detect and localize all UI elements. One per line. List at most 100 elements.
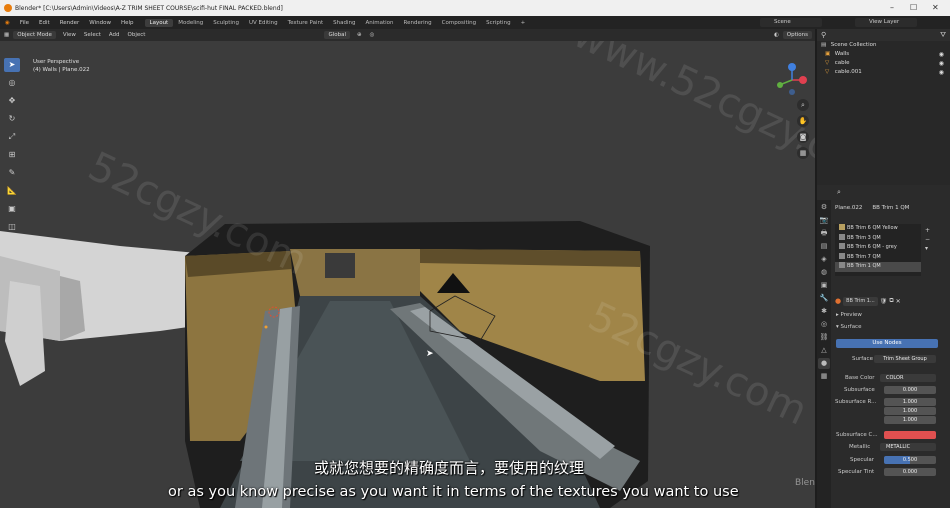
preview-section-header[interactable]: ▸ Preview (836, 312, 862, 318)
base-color-field[interactable]: COLOR (880, 374, 936, 382)
specular-tint-field[interactable]: 0.000 (884, 468, 936, 476)
material-slot[interactable]: BB Trim 6 QM Yellow (835, 224, 921, 234)
physics-tab-icon[interactable]: ◎ (818, 319, 830, 330)
menu-edit[interactable]: Edit (34, 20, 55, 26)
visibility-eye-icon[interactable]: ◉ (939, 59, 944, 68)
modifier-tab-icon[interactable]: 🔧 (818, 293, 830, 304)
tool-tab-icon[interactable]: ⚙ (818, 202, 830, 213)
cursor-tool-icon[interactable]: ◎ (4, 76, 20, 90)
outliner-root[interactable]: ▤ Scene Collection (817, 41, 950, 50)
world-tab-icon[interactable]: ◍ (818, 267, 830, 278)
tab-sculpting[interactable]: Sculpting (208, 19, 244, 27)
move-tool-icon[interactable]: ✥ (4, 94, 20, 108)
menu-file[interactable]: File (15, 20, 34, 26)
tab-rendering[interactable]: Rendering (399, 19, 437, 27)
menu-object[interactable]: Object (124, 32, 150, 38)
viewport-shading-icon[interactable]: ◐ (770, 32, 783, 38)
editor-type-icon[interactable]: ▦ (0, 32, 13, 38)
camera-view-icon[interactable]: ◙ (797, 131, 809, 143)
tab-texture-paint[interactable]: Texture Paint (283, 19, 329, 27)
pan-icon[interactable]: ✋ (797, 115, 809, 127)
subsurface-field[interactable]: 0.000 (884, 386, 936, 394)
measure-tool-icon[interactable]: 📐 (4, 184, 20, 198)
material-slot[interactable]: BB Trim 3 QM (835, 233, 921, 244)
outliner-funnel-icon[interactable]: ⛛ (940, 31, 946, 40)
menu-view[interactable]: View (59, 32, 80, 38)
zoom-icon[interactable]: ⌕ (797, 99, 809, 111)
subsurface-radius-z-field[interactable]: 1.000 (884, 416, 936, 424)
add-cube-tool-icon[interactable]: ▣ (4, 202, 20, 216)
visibility-eye-icon[interactable]: ◉ (939, 68, 944, 77)
add-slot-icon[interactable]: + (925, 226, 930, 235)
tab-animation[interactable]: Animation (360, 19, 398, 27)
extra-tool-icon[interactable]: ◫ (4, 220, 20, 234)
transform-tool-icon[interactable]: ⊞ (4, 148, 20, 162)
material-slot-selected[interactable]: BB Trim 1 QM (835, 262, 921, 272)
tab-modeling[interactable]: Modeling (173, 19, 208, 27)
maximize-icon[interactable]: ☐ (910, 3, 917, 12)
material-name-field[interactable]: BB Trim 1... (843, 296, 878, 306)
view-layer-selector[interactable]: View Layer (855, 18, 917, 27)
scene-tab-icon[interactable]: ◈ (818, 254, 830, 265)
output-tab-icon[interactable]: 🖶 (818, 228, 830, 239)
duplicate-material-icon[interactable]: ⧉ (889, 297, 893, 305)
subsurface-radius-y-field[interactable]: 1.000 (884, 407, 936, 415)
scene-selector[interactable]: Scene (760, 18, 822, 27)
annotate-tool-icon[interactable]: ✎ (4, 166, 20, 180)
remove-slot-icon[interactable]: − (925, 235, 930, 244)
rotate-tool-icon[interactable]: ↻ (4, 112, 20, 126)
menu-window[interactable]: Window (84, 20, 116, 26)
properties-search-icon[interactable]: ⌕ (837, 188, 841, 197)
outliner-item-cable-001[interactable]: ▽ cable.001 ◉ (817, 68, 950, 77)
3d-viewport[interactable]: www.52cgzy.com 52cgzy.com 52cgzy.com Use… (0, 41, 815, 508)
subsurface-color-swatch[interactable] (884, 431, 936, 439)
specular-field[interactable]: 0.500 (884, 456, 936, 464)
surface-shader-field[interactable]: Trim Sheet Group (874, 355, 936, 363)
subsurface-radius-x-field[interactable]: 1.000 (884, 398, 936, 406)
select-box-tool-icon[interactable]: ➤ (4, 58, 20, 72)
constraints-tab-icon[interactable]: ⛓ (818, 332, 830, 343)
tab-compositing[interactable]: Compositing (437, 19, 481, 27)
menu-select[interactable]: Select (80, 32, 105, 38)
tab-shading[interactable]: Shading (328, 19, 360, 27)
data-tab-icon[interactable]: △ (818, 345, 830, 356)
minimize-icon[interactable]: – (890, 3, 894, 12)
texture-tab-icon[interactable]: ▦ (818, 371, 830, 382)
blender-menu-icon[interactable]: ◉ (0, 20, 15, 26)
object-tab-icon[interactable]: ▣ (818, 280, 830, 291)
scale-tool-icon[interactable]: ⤢ (4, 130, 20, 144)
menu-add[interactable]: Add (105, 32, 124, 38)
menu-help[interactable]: Help (116, 20, 139, 26)
surface-section-header[interactable]: ▾ Surface (836, 324, 861, 330)
material-slot[interactable]: BB Trim 6 QM - grey (835, 243, 921, 253)
add-workspace-icon[interactable]: + (516, 19, 531, 27)
ortho-toggle-icon[interactable]: ▦ (797, 147, 809, 159)
proportional-edit-icon[interactable]: ◎ (366, 32, 379, 38)
menu-render[interactable]: Render (55, 20, 85, 26)
transform-orientation-dropdown[interactable]: Global (324, 31, 351, 39)
close-icon[interactable]: ✕ (932, 3, 939, 12)
navigation-gizmo[interactable] (770, 60, 810, 96)
options-dropdown[interactable]: Options (782, 31, 812, 39)
particles-tab-icon[interactable]: ✱ (818, 306, 830, 317)
tab-scripting[interactable]: Scripting (481, 19, 515, 27)
blender-logo-icon (4, 4, 12, 12)
snap-icon[interactable]: ⊕ (353, 32, 366, 38)
tab-layout[interactable]: Layout (144, 18, 174, 27)
fake-user-icon[interactable]: 🛡 (880, 298, 888, 305)
metallic-field[interactable]: METALLIC (880, 443, 936, 451)
object-mode-dropdown[interactable]: Object Mode (13, 31, 56, 39)
render-tab-icon[interactable]: 📷 (818, 215, 830, 226)
tab-uv-editing[interactable]: UV Editing (244, 19, 283, 27)
material-slot[interactable]: BB Trim 7 QM (835, 252, 921, 263)
outliner-filter-icon[interactable]: ⚲ (821, 31, 826, 39)
view-layer-tab-icon[interactable]: ▤ (818, 241, 830, 252)
material-sphere-icon[interactable]: ● (835, 297, 841, 305)
unlink-material-icon[interactable]: ✕ (896, 298, 901, 305)
outliner-item-walls[interactable]: ▣ Walls ◉ (817, 50, 950, 59)
material-tab-icon[interactable]: ● (818, 358, 830, 369)
use-nodes-button[interactable]: Use Nodes (836, 339, 938, 348)
outliner-item-cable[interactable]: ▽ cable ◉ (817, 59, 950, 68)
visibility-eye-icon[interactable]: ◉ (939, 50, 944, 59)
slot-menu-icon[interactable]: ▾ (925, 244, 930, 253)
